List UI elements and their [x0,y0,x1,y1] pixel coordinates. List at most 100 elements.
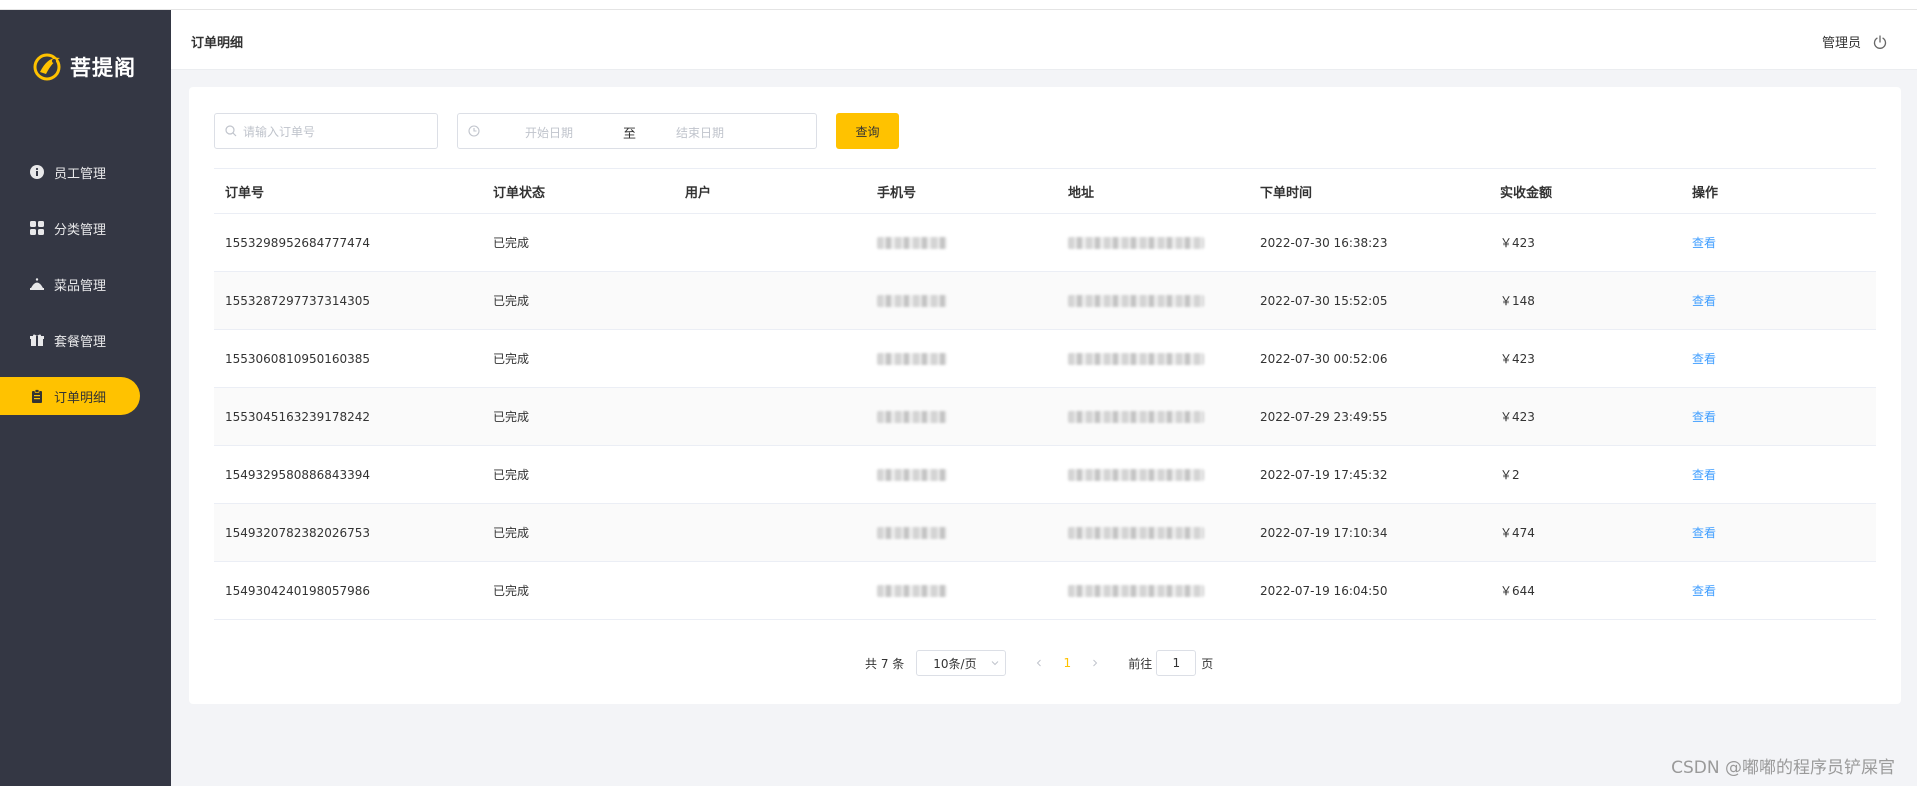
query-button[interactable]: 查询 [836,113,899,149]
sidebar-item-categories[interactable]: 分类管理 [0,209,140,247]
goto-suffix: 页 [1201,656,1214,671]
status-cell: 已完成 [493,294,530,308]
address-cell [1057,584,1249,598]
address-cell [1057,410,1249,424]
order-number-cell: 1549320782382026753 [225,525,371,540]
date-range-picker[interactable]: 开始日期 至 结束日期 [457,113,817,149]
sidebar-item-combos[interactable]: 套餐管理 [0,321,140,359]
status-cell: 已完成 [493,526,530,540]
chevron-right-icon [1093,659,1098,667]
user-name[interactable]: 管理员 [1822,32,1861,51]
start-date-input[interactable]: 开始日期 [525,124,573,141]
filter-bar: 请输入订单号 开始日期 至 结束日期 查询 [214,113,899,149]
logo-text: 菩提阁 [70,55,136,80]
phone-cell [866,294,1057,308]
view-link[interactable]: 查看 [1692,468,1716,482]
column-header: 操作 [1692,185,1719,201]
view-link[interactable]: 查看 [1692,410,1716,424]
redacted-phone [877,585,947,597]
watermark: CSDN @嘟嘟的程序员铲屎官 [1671,758,1895,778]
end-date-input[interactable]: 结束日期 [676,124,724,141]
action-cell: 查看 [1681,350,1876,367]
view-link[interactable]: 查看 [1692,294,1716,308]
address-cell [1057,352,1249,366]
info-circle-icon [30,165,44,179]
sidebar-menu: 员工管理 分类管理 菜品管理 套餐管理 订单明细 [0,153,171,433]
redacted-phone [877,353,947,365]
pagination: 共 7 条 10条/页 1 前往 1 页 [865,650,1213,676]
phone-cell [866,352,1057,366]
sidebar-item-employees[interactable]: 员工管理 [0,153,140,191]
order-time-cell: 2022-07-30 00:52:06 [1260,351,1388,366]
chevron-down-icon [991,661,999,666]
column-header: 手机号 [877,185,917,201]
grid-icon [30,221,44,235]
order-time-cell: 2022-07-19 17:45:32 [1260,467,1388,482]
redacted-phone [877,411,947,423]
view-link[interactable]: 查看 [1692,584,1716,598]
amount-cell: ￥423 [1500,410,1535,424]
order-number-input[interactable]: 请输入订单号 [214,113,438,149]
column-header: 订单状态 [493,185,546,201]
view-link[interactable]: 查看 [1692,236,1716,250]
user-area: 管理员 [1822,32,1887,51]
table-row: 1549320782382026753 已完成 2022-07-19 17:10… [214,504,1876,562]
table-header-row: 订单号 订单状态 用户 手机号 地址 下单时间 实收金额 操作 [214,169,1876,214]
address-cell [1057,236,1249,250]
redacted-phone [877,295,947,307]
action-cell: 查看 [1681,466,1876,483]
range-separator: 至 [623,127,637,142]
status-cell: 已完成 [493,468,530,482]
next-page-button[interactable] [1084,650,1106,676]
prev-page-button[interactable] [1028,650,1050,676]
sidebar-item-label: 员工管理 [54,166,107,182]
amount-cell: ￥644 [1500,584,1535,598]
orders-table: 订单号 订单状态 用户 手机号 地址 下单时间 实收金额 操作 15532989… [214,168,1876,620]
status-cell: 已完成 [493,584,530,598]
action-cell: 查看 [1681,582,1876,599]
amount-cell: ￥2 [1500,468,1520,482]
table-row: 1553298952684777474 已完成 2022-07-30 16:38… [214,214,1876,272]
amount-cell: ￥423 [1500,352,1535,366]
column-header: 用户 [685,185,712,201]
address-cell [1057,526,1249,540]
sidebar-item-label: 分类管理 [54,222,107,238]
page-number-current[interactable]: 1 [1050,656,1084,670]
amount-cell: ￥148 [1500,294,1535,308]
column-header: 实收金额 [1500,185,1553,201]
address-cell [1057,294,1249,308]
goto-page-input[interactable]: 1 [1156,650,1197,676]
action-cell: 查看 [1681,524,1876,541]
action-cell: 查看 [1681,408,1876,425]
order-number-cell: 1553045163239178242 [225,409,371,424]
table-row: 1553287297737314305 已完成 2022-07-30 15:52… [214,272,1876,330]
table-row: 1553045163239178242 已完成 2022-07-29 23:49… [214,388,1876,446]
view-link[interactable]: 查看 [1692,526,1716,540]
dish-cover-icon [30,277,44,291]
redacted-address [1068,295,1204,307]
order-time-cell: 2022-07-19 17:10:34 [1260,525,1388,540]
order-panel: 请输入订单号 开始日期 至 结束日期 查询 订单号 订单状态 用户 手机号 地址… [189,87,1901,704]
address-cell [1057,468,1249,482]
order-number-cell: 1553298952684777474 [225,235,371,250]
order-number-cell: 1553060810950160385 [225,351,371,366]
table-row: 1549329580886843394 已完成 2022-07-19 17:45… [214,446,1876,504]
phone-cell [866,236,1057,250]
phone-cell [866,468,1057,482]
page-size-value: 10条/页 [933,656,977,671]
clipboard-icon [30,389,44,403]
top-header: 订单明细 管理员 [171,10,1917,70]
action-cell: 查看 [1681,234,1876,251]
sidebar-item-label: 订单明细 [54,390,107,406]
phone-cell [866,410,1057,424]
total-count: 共 7 条 [865,656,905,671]
sidebar-item-orders[interactable]: 订单明细 [0,377,140,415]
gift-icon [30,333,44,347]
column-header: 地址 [1068,185,1095,201]
view-link[interactable]: 查看 [1692,352,1716,366]
power-icon[interactable] [1873,34,1887,49]
sidebar-item-dishes[interactable]: 菜品管理 [0,265,140,303]
clock-icon [468,125,480,137]
page-size-select[interactable]: 10条/页 [916,650,1007,676]
order-time-cell: 2022-07-29 23:49:55 [1260,409,1388,424]
